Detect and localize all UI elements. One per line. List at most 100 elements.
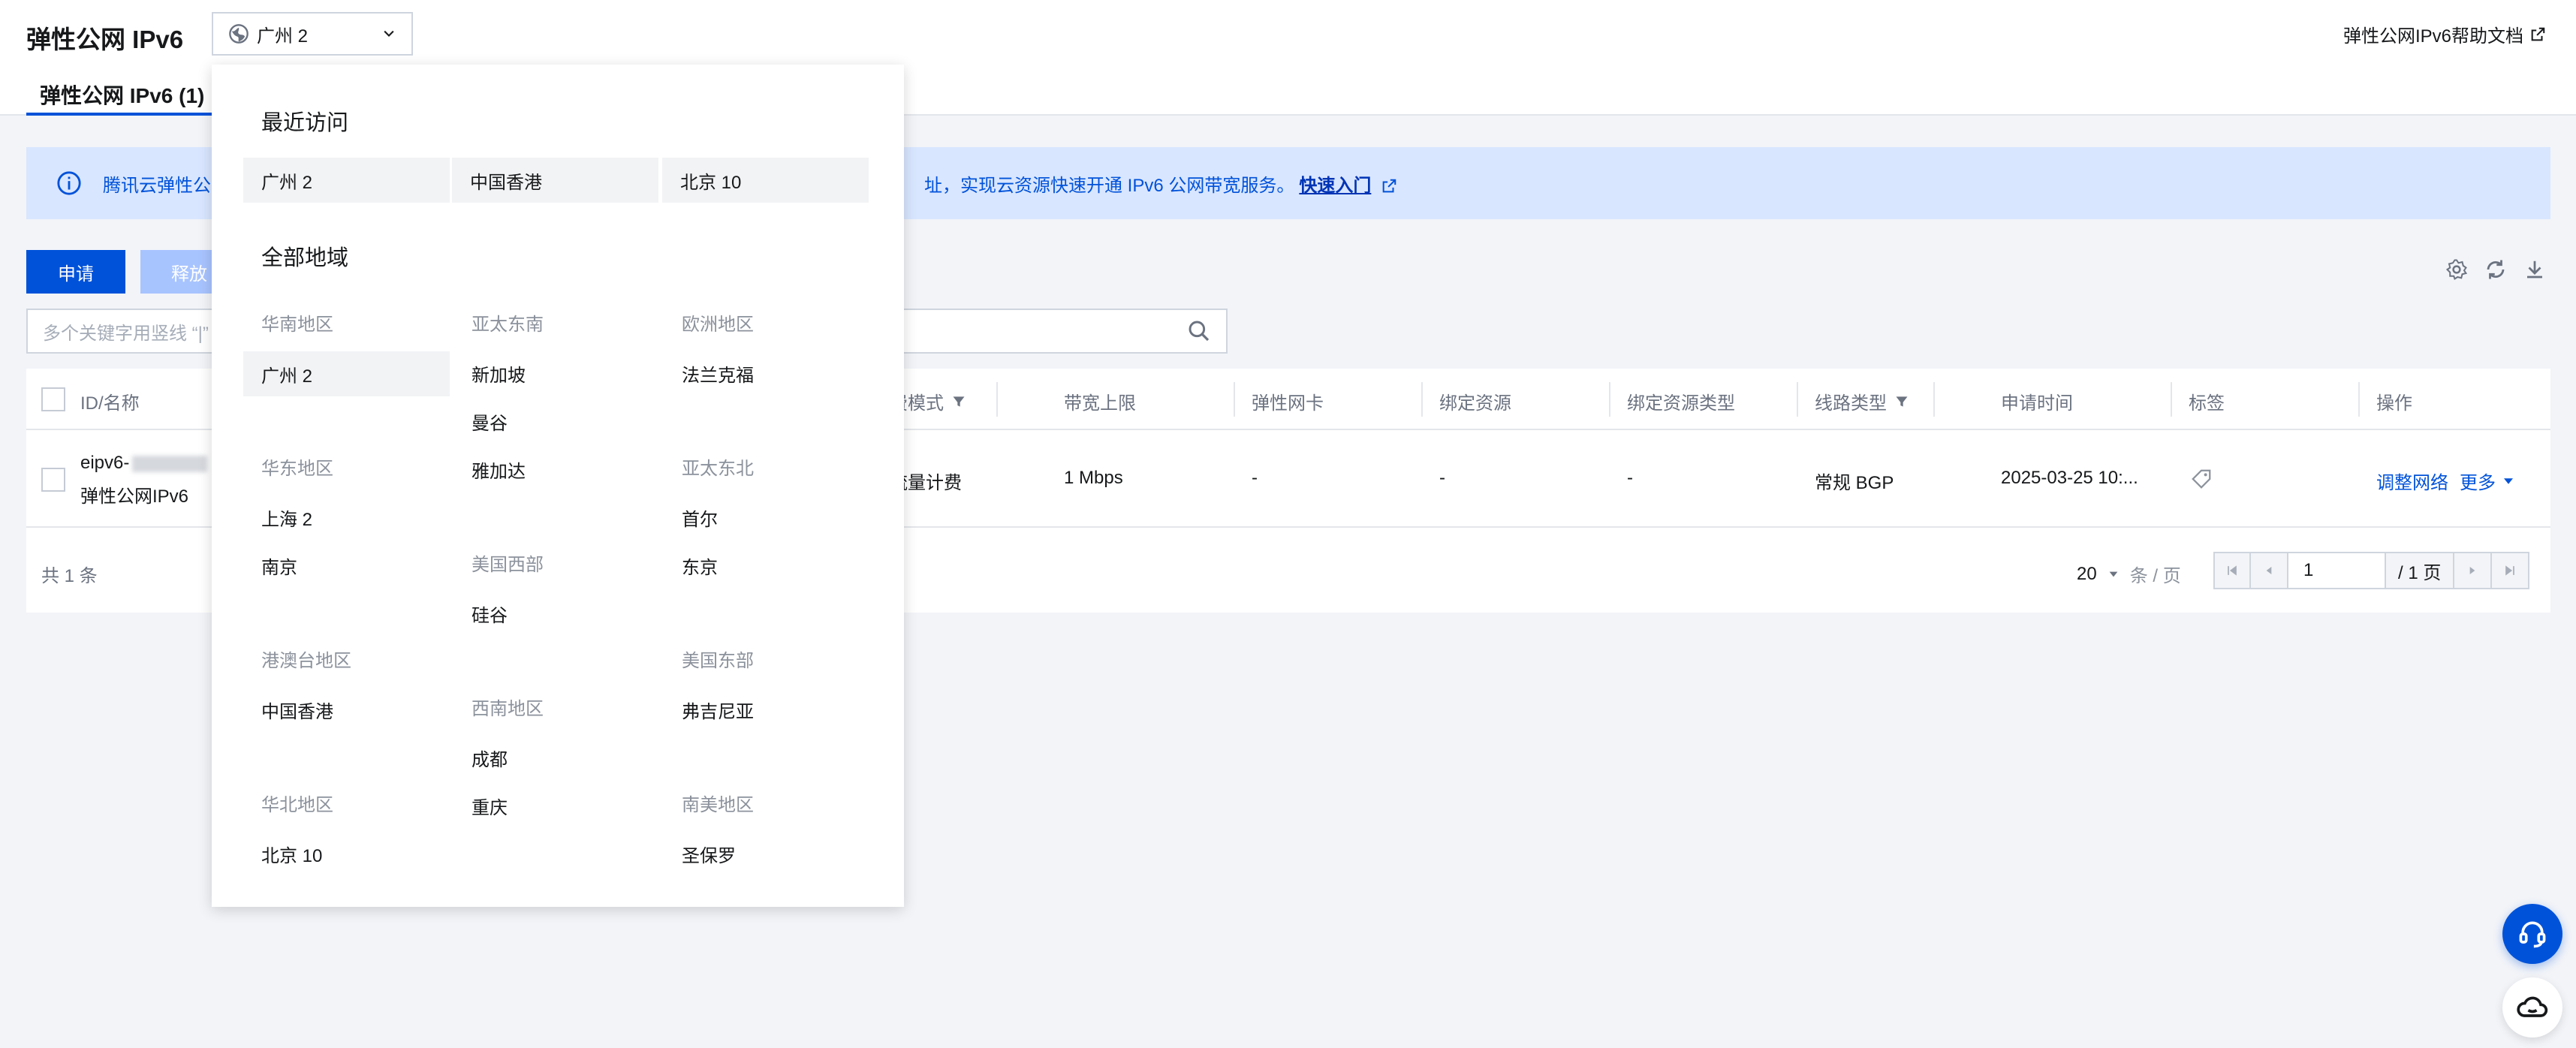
next-page-button[interactable] [2454,552,2493,589]
row-bound-resource: - [1439,468,1445,488]
tab-eipv6[interactable]: 弹性公网 IPv6 (1) [26,80,218,116]
recent-title: 最近访问 [261,111,349,135]
col-separator [1933,382,1935,417]
adjust-network-link[interactable]: 调整网络 [2376,468,2448,494]
total-count: 共 1 条 [41,566,98,586]
col-separator [2358,382,2360,417]
region-item-beijing10[interactable]: 北京 10 [261,841,322,867]
col-eni-label: 弹性网卡 [1252,393,1324,414]
notice-text-body: 址，实现云资源快速开通 IPv6 公网带宽服务。 [924,175,1295,196]
col-apply-time: 申请时间 [2001,388,2073,414]
page-size-value: 20 [2077,563,2097,584]
refresh-icon[interactable] [2484,258,2507,281]
search-icon[interactable] [1187,319,1211,343]
region-item-sao-paulo[interactable]: 圣保罗 [682,841,736,867]
col-separator [1421,382,1423,417]
region-select-value: 广州 2 [257,26,309,47]
recent-item[interactable]: 广州 2 [243,158,450,203]
col-actions-label: 操作 [2376,393,2412,414]
customer-service-button[interactable] [2502,904,2562,964]
row-id-text: eipv6- [80,453,130,473]
page-size-unit: 条 / 页 [2129,566,2181,586]
last-page-button[interactable] [2492,552,2530,589]
chevron-down-icon [384,30,394,37]
region-item-chongqing[interactable]: 重庆 [472,793,508,819]
region-item-frankfurt[interactable]: 法兰克福 [682,360,754,387]
row-apply-time: 2025-03-25 10:... [2001,468,2138,488]
tag-icon[interactable] [2190,468,2213,490]
group-europe: 欧洲地区 [682,315,754,335]
region-select[interactable]: 广州 2 [212,12,413,56]
info-icon [57,171,81,195]
col-bound-resource: 绑定资源 [1439,388,1511,414]
col-bound-type-label: 绑定资源类型 [1627,393,1735,414]
col-id-name: ID/名称 [80,388,140,414]
col-separator [1609,382,1610,417]
filter-icon[interactable] [951,394,966,409]
col-separator [1234,382,1235,417]
all-regions-title: 全部地域 [261,246,349,270]
region-item-bangkok[interactable]: 曼谷 [472,408,508,435]
notice-text-left: 腾讯云弹性公 [103,175,211,196]
row-id[interactable]: eipv6- [80,453,208,474]
col-bound-resource-label: 绑定资源 [1439,393,1511,414]
region-item-silicon-valley[interactable]: 硅谷 [472,601,508,627]
help-doc-link[interactable]: 弹性公网IPv6帮助文档 [2343,21,2546,47]
region-item-hongkong[interactable]: 中国香港 [261,697,333,723]
col-tags: 标签 [2189,388,2225,414]
settings-gear-icon[interactable] [2445,258,2468,281]
region-dropdown: 最近访问 广州 2 中国香港 北京 10 全部地域 华南地区 广州 2 华东地区… [212,65,904,907]
toolbar-icons [2445,258,2546,281]
quick-start-link[interactable]: 快速入门 [1299,176,1371,196]
select-all-checkbox[interactable] [41,387,65,411]
download-icon[interactable] [2523,258,2546,281]
group-south-china: 华南地区 [261,315,333,335]
notice-text-right: 址，实现云资源快速开通 IPv6 公网带宽服务。 快速入门 [924,170,1397,197]
region-item-virginia[interactable]: 弗吉尼亚 [682,697,754,723]
region-item-shanghai2[interactable]: 上海 2 [261,504,312,531]
region-item-nanjing[interactable]: 南京 [261,553,297,579]
help-doc-label: 弹性公网IPv6帮助文档 [2343,26,2523,47]
filter-icon[interactable] [1894,394,1909,409]
region-item-guangzhou2[interactable]: 广州 2 [243,351,450,396]
external-link-icon [2531,27,2545,41]
col-apply-time-label: 申请时间 [2001,393,2073,414]
region-item-tokyo[interactable]: 东京 [682,553,718,579]
group-south-america: 南美地区 [682,795,754,815]
col-line-type-label: 线路类型 [1815,393,1887,414]
more-actions-label: 更多 [2460,473,2496,493]
region-item-seoul[interactable]: 首尔 [682,504,718,531]
row-checkbox[interactable] [41,468,65,492]
recent-item[interactable]: 北京 10 [662,158,869,203]
row-bandwidth: 1 Mbps [1064,468,1123,488]
first-page-button[interactable] [2213,552,2251,589]
page-size-select[interactable]: 20 条 / 页 [2077,561,2181,587]
col-separator [996,382,998,417]
last-page-icon [2505,565,2515,576]
page-total: / 1 页 [2385,552,2455,589]
apply-button[interactable]: 申请 [26,250,125,294]
col-bandwidth-label: 带宽上限 [1064,393,1136,414]
first-page-icon [2228,565,2237,576]
pagination: 1 / 1 页 [2213,552,2530,589]
page-title: 弹性公网 IPv6 [26,26,184,53]
col-bound-type: 绑定资源类型 [1627,388,1735,414]
prev-page-icon [2266,567,2272,574]
row-bound-type: - [1627,468,1633,488]
col-separator [1797,382,1798,417]
redacted-id [132,455,208,472]
cloud-icon [2517,996,2548,1017]
row-name: 弹性公网IPv6 [80,486,189,507]
region-item-jakarta[interactable]: 雅加达 [472,456,526,483]
caret-down-icon [2504,477,2513,484]
group-southwest: 西南地区 [472,699,544,719]
headset-icon [2519,921,2546,948]
page-number-input[interactable]: 1 [2288,552,2385,589]
region-item-singapore[interactable]: 新加坡 [472,360,526,387]
prev-page-button[interactable] [2251,552,2288,589]
region-item-chengdu[interactable]: 成都 [472,745,508,771]
group-us-west: 美国西部 [472,555,544,575]
recent-item[interactable]: 中国香港 [452,158,658,203]
more-actions-dropdown[interactable]: 更多 [2460,468,2515,494]
cloud-assistant-button[interactable] [2502,977,2562,1037]
